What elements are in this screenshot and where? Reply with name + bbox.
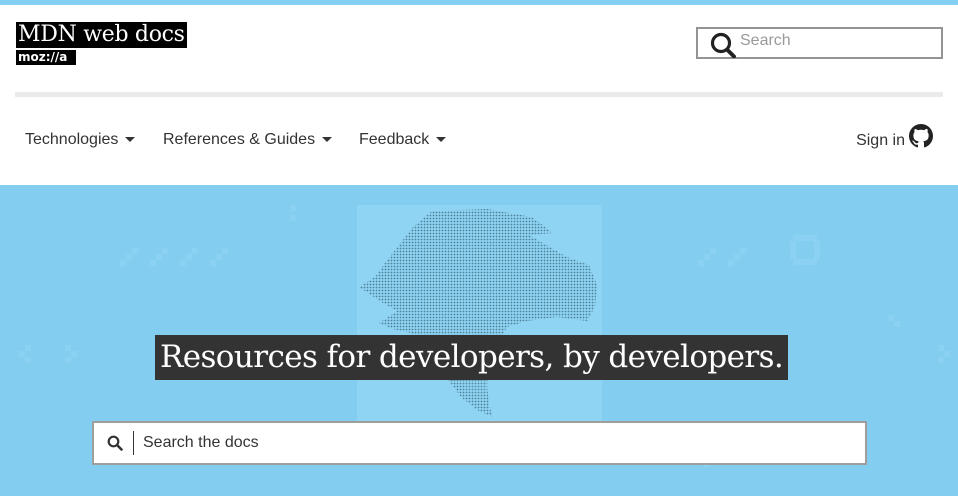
- nav-references-guides-label: References & Guides: [163, 131, 316, 148]
- caret-down-icon: [322, 136, 333, 142]
- main-nav: Technologies References & Guides Feedbac…: [0, 124, 958, 154]
- sign-in-label: Sign in: [856, 132, 905, 149]
- nav-feedback-label: Feedback: [359, 131, 430, 148]
- hero-banner: Resources for developers, by developers.: [0, 185, 958, 496]
- mdn-logo[interactable]: MDN web docs moz://a: [16, 22, 187, 65]
- github-icon: [909, 124, 933, 148]
- hero-search-box[interactable]: [92, 421, 867, 465]
- hero-search-icon-wrap: [96, 431, 134, 455]
- hero-title: Resources for developers, by developers.: [155, 335, 789, 380]
- caret-down-icon: [125, 136, 136, 142]
- header-search-input[interactable]: [740, 32, 930, 50]
- header-divider: [15, 92, 943, 97]
- nav-references-guides[interactable]: References & Guides: [163, 128, 333, 152]
- top-accent-stripe: [0, 0, 958, 5]
- header-search-box[interactable]: [696, 27, 943, 59]
- sign-in-link[interactable]: Sign in: [856, 122, 933, 150]
- hero-search-input[interactable]: [143, 434, 843, 452]
- caret-down-icon: [436, 136, 447, 142]
- search-icon: [107, 435, 123, 451]
- dinosaur-illustration: [359, 209, 597, 417]
- logo-mozilla: moz://a: [16, 50, 76, 65]
- logo-title: MDN web docs: [16, 22, 187, 48]
- search-icon: [710, 32, 736, 58]
- nav-technologies-label: Technologies: [25, 131, 119, 148]
- nav-feedback[interactable]: Feedback: [359, 128, 447, 152]
- nav-technologies[interactable]: Technologies: [25, 128, 136, 152]
